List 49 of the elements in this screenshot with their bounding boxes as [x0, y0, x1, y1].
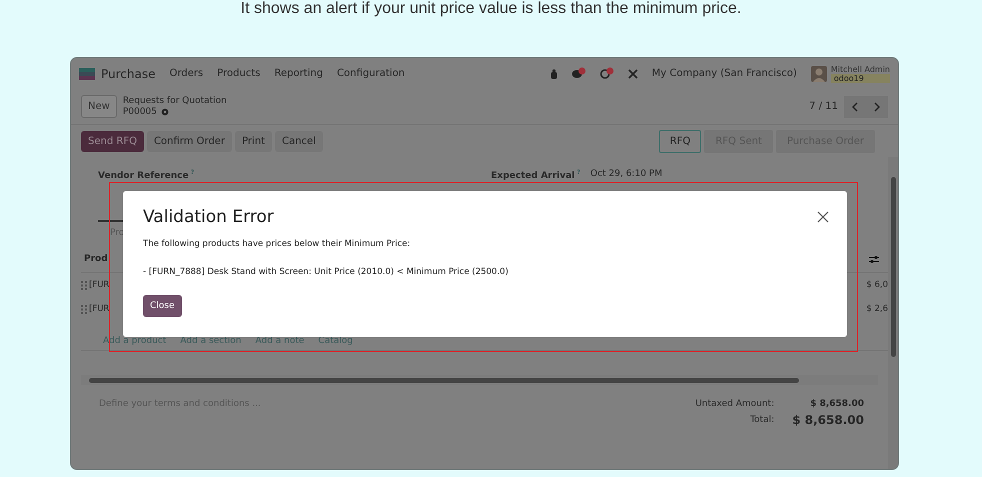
add-line-link[interactable]: Add a note — [255, 336, 304, 346]
new-button[interactable]: New — [81, 95, 117, 118]
record-name: P00005 — [122, 106, 157, 118]
product-cell: [FUR — [89, 304, 110, 314]
sliders-icon[interactable] — [869, 254, 879, 264]
app-logo-icon — [79, 68, 95, 80]
product-cell: [FUR — [89, 280, 110, 290]
next-button[interactable] — [866, 96, 888, 118]
dialog-title: Validation Error — [143, 207, 274, 227]
previous-button[interactable] — [844, 96, 866, 118]
breadcrumb-link[interactable]: Requests for Quotation — [122, 96, 227, 106]
action-button[interactable]: Confirm Order — [146, 130, 232, 152]
action-button[interactable]: Print — [234, 130, 272, 152]
action-button[interactable]: Cancel — [274, 130, 323, 152]
drag-handle-icon[interactable] — [81, 304, 87, 314]
menu-item[interactable]: Orders — [170, 68, 204, 79]
database-tag: odoo19 — [830, 74, 890, 82]
status-step[interactable]: RFQ — [658, 130, 702, 152]
subtotal-cell: $ 2,6 — [866, 304, 888, 314]
dialog-message: The following products have prices below their Minimum Price: — [143, 239, 412, 249]
drag-handle-icon[interactable] — [81, 280, 87, 290]
clock-icon[interactable] — [600, 68, 614, 79]
field-label: Vendor Reference $^{?}$ — [98, 169, 194, 183]
close-button[interactable]: Close — [143, 295, 182, 317]
field-label: Expected Arrival $^{?}$ — [491, 169, 580, 183]
total-label: Total: — [749, 415, 774, 425]
scrollbar-thumb[interactable] — [89, 378, 799, 382]
total-value: $ 8,658.00 — [792, 413, 864, 427]
column-header: Prod — [84, 254, 108, 264]
menu-item[interactable]: Reporting — [274, 68, 323, 79]
pager-text: 7 / 11 — [809, 101, 838, 112]
caption-text: It shows an alert if your unit price value is less than the minimum price. — [240, 0, 742, 19]
total-label: Untaxed Amount: — [695, 399, 774, 409]
action-button[interactable]: Send RFQ — [81, 130, 144, 152]
subtotal-cell: $ 6,0 — [866, 280, 888, 290]
chevron-right-icon — [873, 102, 881, 112]
menu-item[interactable]: Products — [217, 68, 260, 79]
user-name: Mitchell Admin — [830, 64, 890, 74]
company-name[interactable]: My Company (San Francisco) — [652, 68, 797, 79]
app-name[interactable]: Purchase — [101, 66, 156, 80]
chevron-left-icon — [851, 102, 859, 112]
menu-item[interactable]: Configuration — [336, 68, 405, 79]
settings-icon[interactable] — [160, 108, 169, 116]
total-value: $ 8,658.00 — [809, 399, 864, 409]
add-line-link[interactable]: Catalog — [318, 336, 353, 346]
scrollbar-thumb[interactable] — [890, 177, 896, 357]
dialog-detail: - [FURN_7888] Desk Stand with Screen: Unit Price (2010.0) < Minimum Price (2500.0) — [143, 267, 510, 277]
close-icon[interactable] — [817, 211, 829, 223]
chat-icon[interactable] — [572, 68, 586, 79]
